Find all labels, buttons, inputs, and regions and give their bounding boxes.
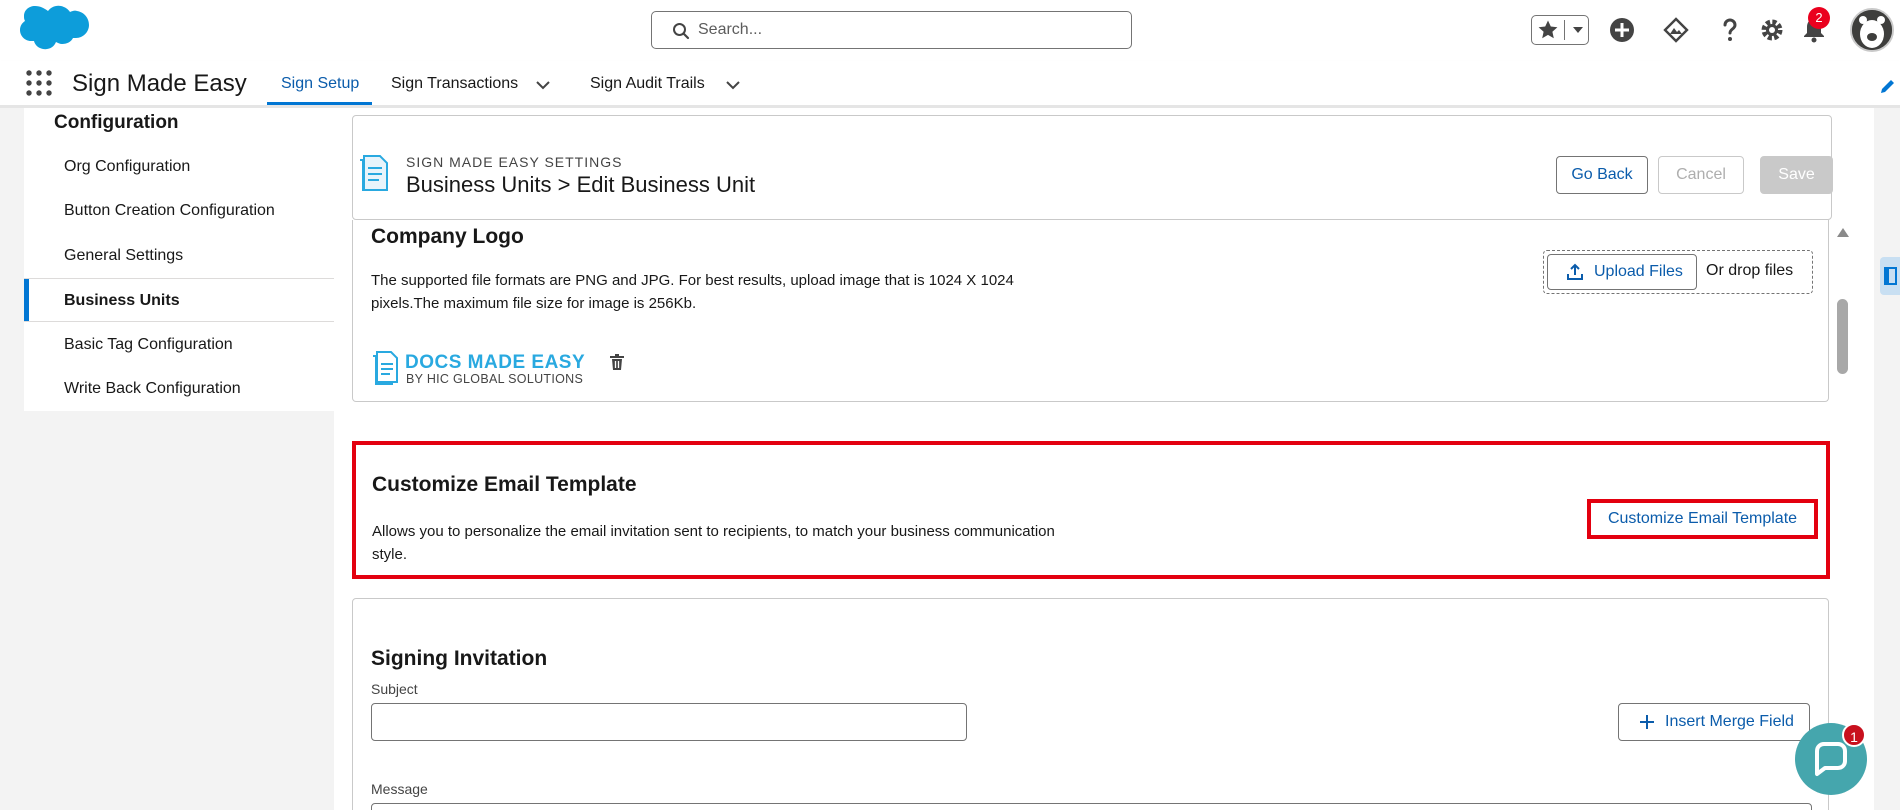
- sidebar-empty-area: [24, 411, 334, 810]
- search-placeholder: Search...: [698, 21, 763, 38]
- signing-invitation-title: Signing Invitation: [371, 647, 548, 670]
- customize-email-template-section: Customize Email Template Allows you to p…: [352, 441, 1830, 579]
- customize-email-description-line2: style.: [372, 546, 408, 563]
- company-logo-card: Company Logo The supported file formats …: [352, 220, 1829, 402]
- app-launcher-icon[interactable]: [26, 70, 52, 96]
- favorites-divider: [1564, 20, 1565, 40]
- upload-files-label: Upload Files: [1594, 263, 1683, 280]
- go-back-button[interactable]: Go Back: [1556, 156, 1648, 194]
- favorites-button-group[interactable]: [1531, 15, 1589, 45]
- document-icon: [373, 351, 398, 385]
- logo-text: DOCS MADE EASY: [405, 352, 586, 373]
- tab-sign-transactions[interactable]: Sign Transactions: [391, 75, 518, 93]
- subject-label: Subject: [371, 681, 418, 697]
- sidebar-item-write-back-configuration[interactable]: Write Back Configuration: [24, 367, 334, 411]
- save-button[interactable]: Save: [1760, 156, 1833, 194]
- sidebar-item-button-creation-configuration[interactable]: Button Creation Configuration: [24, 189, 334, 233]
- panel-icon: [1884, 267, 1897, 285]
- page-gutter-left: [0, 108, 24, 810]
- customize-email-template-button[interactable]: Customize Email Template: [1587, 499, 1818, 539]
- global-header: Search... 2: [0, 0, 1900, 61]
- scrollbar-thumb[interactable]: [1837, 299, 1848, 374]
- cancel-button[interactable]: Cancel: [1658, 156, 1744, 194]
- customize-email-description-line1: Allows you to personalize the email invi…: [372, 523, 1055, 540]
- app-name: Sign Made Easy: [72, 70, 247, 97]
- message-textarea[interactable]: [371, 803, 1812, 810]
- delete-icon[interactable]: [609, 353, 625, 371]
- sidebar-item-org-configuration[interactable]: Org Configuration: [24, 145, 334, 189]
- help-icon[interactable]: [1716, 16, 1744, 44]
- page-title: Business Units > Edit Business Unit: [406, 172, 756, 197]
- star-icon[interactable]: [1536, 18, 1560, 42]
- chevron-down-icon[interactable]: [1570, 22, 1586, 38]
- add-icon[interactable]: [1608, 16, 1636, 44]
- side-panel-toggle[interactable]: [1880, 257, 1900, 295]
- company-logo-title: Company Logo: [371, 225, 524, 248]
- add-icon: [1640, 715, 1654, 729]
- avatar-icon: [1852, 10, 1892, 50]
- page-header: SIGN MADE EASY SETTINGS Business Units >…: [352, 115, 1833, 220]
- insert-merge-field-label: Insert Merge Field: [1665, 713, 1794, 730]
- company-logo-description-line2: pixels.The maximum file size for image i…: [371, 295, 697, 312]
- chevron-down-icon[interactable]: [723, 75, 743, 95]
- configuration-sidebar: Configuration Org Configuration Button C…: [24, 108, 334, 411]
- user-avatar[interactable]: [1850, 8, 1894, 52]
- drop-files-text: Or drop files: [1706, 262, 1794, 279]
- trailhead-icon[interactable]: [1662, 16, 1690, 44]
- logo-subtext: BY HIC GLOBAL SOLUTIONS: [406, 372, 584, 386]
- signing-invitation-card: Signing Invitation Subject Insert Merge …: [352, 598, 1829, 810]
- scroll-up-arrow-icon[interactable]: [1835, 225, 1851, 239]
- sidebar-item-business-units[interactable]: Business Units: [24, 278, 334, 322]
- notification-badge: 2: [1808, 7, 1830, 29]
- sidebar-item-general-settings[interactable]: General Settings: [24, 234, 334, 278]
- gear-icon[interactable]: [1758, 16, 1786, 44]
- chevron-down-icon[interactable]: [533, 75, 553, 95]
- insert-merge-field-button[interactable]: Insert Merge Field: [1618, 703, 1810, 741]
- message-label: Message: [371, 781, 428, 797]
- page-gutter-right: [1874, 108, 1900, 810]
- active-tab-indicator: [267, 102, 372, 105]
- subject-input[interactable]: [371, 703, 967, 741]
- edit-nav-icon[interactable]: [1879, 77, 1897, 95]
- chat-badge: 1: [1842, 723, 1866, 747]
- app-nav-bar: Sign Made Easy Sign Setup Sign Transacti…: [0, 61, 1900, 108]
- sidebar-title: Configuration: [54, 112, 179, 133]
- company-logo-description-line1: The supported file formats are PNG and J…: [371, 272, 1014, 289]
- sidebar-item-basic-tag-configuration[interactable]: Basic Tag Configuration: [24, 323, 334, 367]
- upload-files-button[interactable]: Upload Files: [1547, 254, 1697, 290]
- upload-icon: [1567, 263, 1583, 280]
- global-search[interactable]: Search...: [651, 11, 1132, 49]
- tab-sign-audit-trails[interactable]: Sign Audit Trails: [590, 75, 705, 93]
- search-icon: [673, 23, 690, 40]
- salesforce-logo[interactable]: [18, 5, 90, 55]
- page-eyebrow: SIGN MADE EASY SETTINGS: [406, 154, 623, 170]
- settings-document-icon: [360, 155, 388, 191]
- tab-sign-setup[interactable]: Sign Setup: [281, 75, 359, 93]
- customize-email-title: Customize Email Template: [372, 473, 637, 496]
- file-drop-zone[interactable]: Upload Files Or drop files: [1543, 250, 1813, 294]
- company-logo-image: DOCS MADE EASY BY HIC GLOBAL SOLUTIONS: [371, 350, 591, 388]
